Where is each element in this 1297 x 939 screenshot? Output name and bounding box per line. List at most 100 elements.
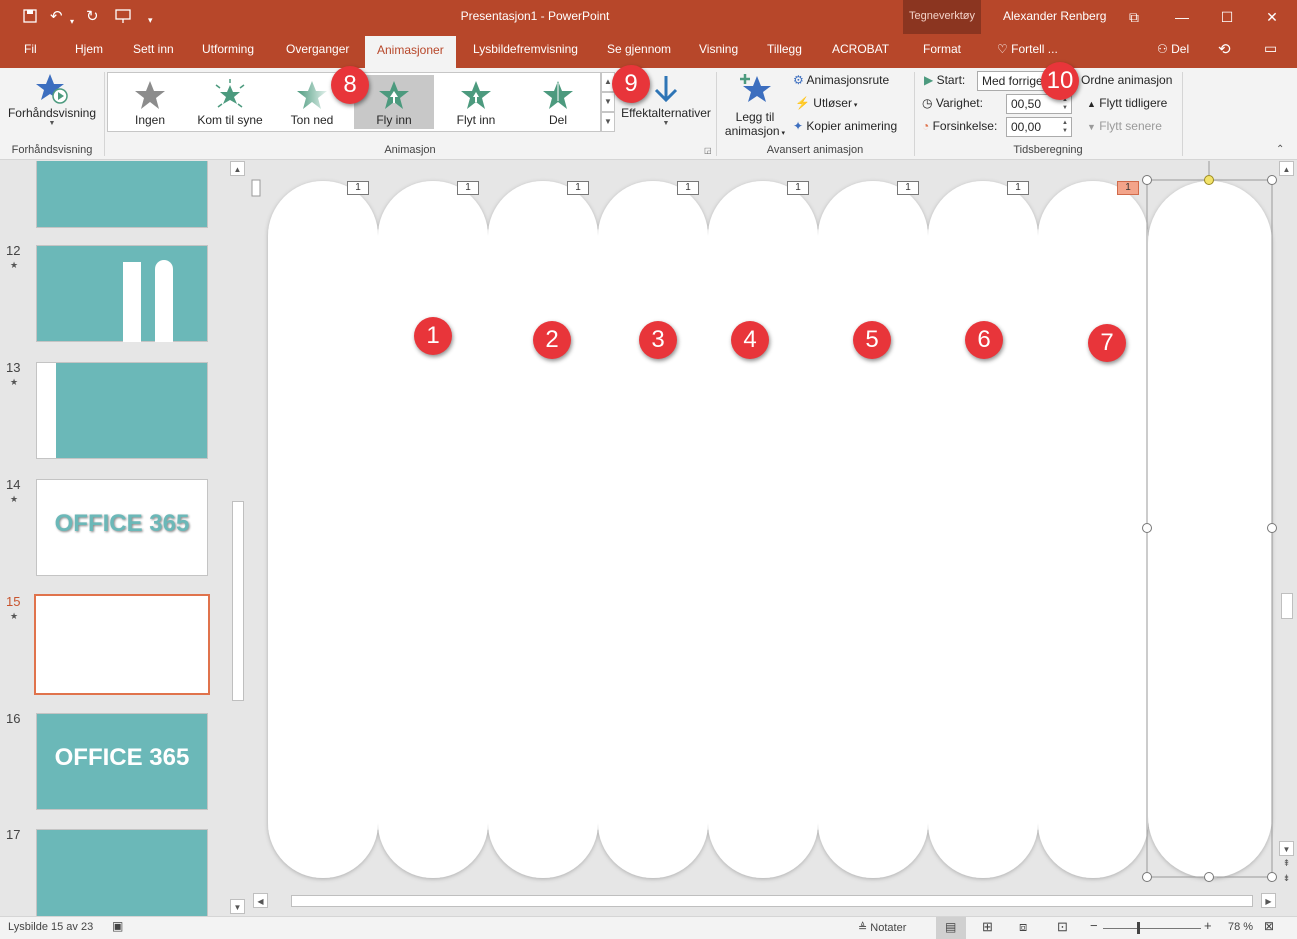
slide-sorter-icon[interactable]: ⊞: [982, 919, 993, 935]
add-animation-button[interactable]: Legg til animasjon ▾: [722, 72, 788, 138]
close-icon[interactable]: ✕: [1258, 6, 1286, 28]
pill-shape-3[interactable]: [488, 181, 598, 878]
history-icon[interactable]: ⟲: [1218, 40, 1231, 58]
delay-input[interactable]: 00,00 ▲ ▼: [1006, 117, 1072, 137]
tab-lysbildefremvisning[interactable]: Lysbildefremvisning: [473, 42, 578, 56]
scroll-up-arrow[interactable]: ▲: [1279, 161, 1294, 176]
gallery-item-appear[interactable]: Kom til syne: [190, 75, 270, 129]
tab-fil[interactable]: Fil: [24, 42, 37, 56]
spinner-icon[interactable]: ▲ ▼: [1060, 119, 1070, 135]
share-button[interactable]: ⚇ Del: [1157, 42, 1189, 56]
slide-thumbnail[interactable]: [36, 161, 208, 228]
notes-button[interactable]: ≜ Notater: [858, 921, 906, 934]
scroll-up-arrow[interactable]: ▲: [230, 161, 245, 176]
gallery-item-float-in[interactable]: Flyt inn: [436, 75, 516, 129]
user-name[interactable]: Alexander Renberg: [1003, 9, 1106, 23]
normal-view-button[interactable]: ▤: [936, 917, 966, 939]
tab-acrobat[interactable]: ACROBAT: [832, 42, 889, 56]
ribbon-display-icon[interactable]: ⧉: [1120, 6, 1148, 28]
scrollbar-thumb[interactable]: [1281, 593, 1293, 619]
pill-shape-7[interactable]: [928, 181, 1038, 878]
spell-check-icon[interactable]: ▣: [112, 919, 123, 933]
arrow-down-icon: [654, 76, 678, 103]
brush-star-icon: ✦: [793, 119, 804, 133]
start-label-text: Start:: [936, 73, 966, 87]
pill-shape-2[interactable]: [378, 181, 488, 878]
gallery-item-split[interactable]: Del: [518, 75, 598, 129]
move-earlier-button[interactable]: ▲ Flytt tidligere: [1087, 96, 1167, 110]
pill-shape-selected[interactable]: [1148, 181, 1272, 878]
slide-number: 16: [6, 711, 21, 726]
trigger-button[interactable]: ⚡ Utløser ▾: [795, 96, 857, 110]
animation-tag[interactable]: 1: [677, 181, 699, 195]
scroll-left-arrow[interactable]: ◀: [253, 893, 268, 908]
gallery-label: Del: [548, 113, 567, 127]
pill-shape-5[interactable]: [708, 181, 818, 878]
animation-painter-button[interactable]: ✦ Kopier animering: [793, 119, 897, 133]
slide-thumbnail[interactable]: OFFICE 365: [36, 479, 208, 576]
animation-tag[interactable]: 1: [787, 181, 809, 195]
zoom-slider-thumb[interactable]: [1137, 922, 1140, 934]
slide-thumbnail-selected[interactable]: [34, 594, 210, 695]
collapse-ribbon-icon[interactable]: ⌃: [1276, 144, 1284, 155]
partial-tag: [251, 179, 261, 197]
slide-canvas[interactable]: [248, 161, 1278, 891]
slide-thumbnail[interactable]: [36, 245, 208, 342]
share-label: Del: [1171, 42, 1190, 56]
tab-utforming[interactable]: Utforming: [202, 42, 254, 56]
move-later-label: Flytt senere: [1099, 119, 1162, 133]
scrollbar-thumb[interactable]: [291, 895, 1253, 907]
tab-sett-inn[interactable]: Sett inn: [133, 42, 174, 56]
start-select-value: Med forrige: [982, 74, 1043, 88]
group-divider: [1182, 72, 1183, 156]
tell-me-label: Fortell ...: [1011, 42, 1058, 56]
pill-shape-1[interactable]: [268, 181, 378, 878]
preview-button[interactable]: Forhåndsvisning ▼: [5, 72, 99, 138]
animation-tag[interactable]: 1: [347, 181, 369, 195]
reading-view-icon[interactable]: ⧈: [1019, 919, 1027, 935]
comments-icon[interactable]: ▭: [1264, 40, 1277, 57]
move-later-button[interactable]: ▼ Flytt senere: [1087, 119, 1162, 133]
animation-tag[interactable]: 1: [567, 181, 589, 195]
scroll-down-arrow[interactable]: ▼: [230, 899, 245, 914]
gallery-scroll-down[interactable]: ▼: [601, 92, 615, 112]
next-slide-icon[interactable]: ⇟: [1279, 873, 1294, 884]
animation-pane-button[interactable]: ⚙ Animasjonsrute: [793, 73, 889, 87]
maximize-icon[interactable]: ☐: [1213, 6, 1241, 28]
pill-shape-8[interactable]: [1038, 181, 1148, 878]
tab-se-gjennom[interactable]: Se gjennom: [607, 42, 671, 56]
previous-slide-icon[interactable]: ⇞: [1279, 858, 1294, 869]
tab-overganger[interactable]: Overganger: [286, 42, 349, 56]
slide-thumbnail[interactable]: [36, 829, 208, 916]
zoom-level[interactable]: 78 %: [1228, 921, 1253, 933]
animation-tag[interactable]: 1: [457, 181, 479, 195]
zoom-in-button[interactable]: +: [1204, 918, 1212, 933]
thumbnails-scrollbar[interactable]: ▲ ▼: [230, 161, 245, 916]
tab-format[interactable]: Format: [923, 42, 961, 56]
gallery-item-none[interactable]: Ingen: [110, 75, 190, 129]
slideshow-icon[interactable]: ⊡: [1057, 919, 1068, 935]
pill-shape-4[interactable]: [598, 181, 708, 878]
tell-me-search[interactable]: ♡ Fortell ...: [997, 42, 1058, 56]
animation-tag[interactable]: 1: [1007, 181, 1029, 195]
pill-shape-6[interactable]: [818, 181, 928, 878]
fit-to-window-icon[interactable]: ⊠: [1264, 919, 1274, 933]
tab-tillegg[interactable]: Tillegg: [767, 42, 802, 56]
minimize-icon[interactable]: —: [1168, 6, 1196, 28]
scroll-down-arrow[interactable]: ▼: [1279, 841, 1294, 856]
slide-thumbnail[interactable]: [36, 362, 208, 459]
tab-hjem[interactable]: Hjem: [75, 42, 103, 56]
zoom-slider-track[interactable]: [1103, 928, 1201, 929]
slide-thumbnail[interactable]: OFFICE 365: [36, 713, 208, 810]
scroll-right-arrow[interactable]: ▶: [1261, 893, 1276, 908]
slide-vertical-scrollbar[interactable]: ▲ ▼ ⇞ ⇟: [1279, 161, 1295, 891]
tab-animasjoner[interactable]: Animasjoner: [365, 36, 456, 69]
animation-tag-selected[interactable]: 1: [1117, 181, 1139, 195]
zoom-out-button[interactable]: −: [1090, 918, 1098, 933]
scrollbar-thumb[interactable]: [232, 501, 244, 701]
gallery-more-button[interactable]: ▼: [601, 112, 615, 132]
slide-horizontal-scrollbar[interactable]: ◀ ▶: [253, 893, 1277, 909]
tab-visning[interactable]: Visning: [699, 42, 738, 56]
animation-tag[interactable]: 1: [897, 181, 919, 195]
dialog-launcher-icon[interactable]: ◲: [704, 146, 712, 155]
